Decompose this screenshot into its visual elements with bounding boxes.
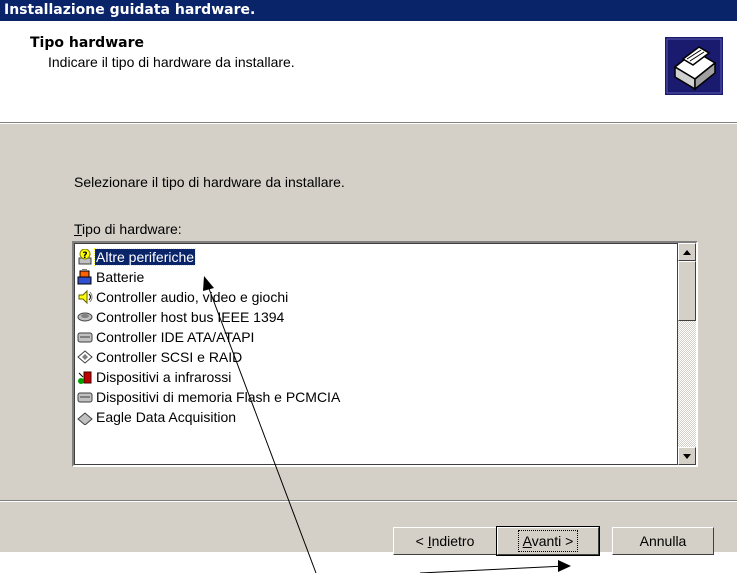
list-item-controller-scsi[interactable]: Controller SCSI e RAID [77, 347, 243, 367]
hardware-type-listbox[interactable]: ? Altre periferiche Batterie Controller … [72, 241, 698, 467]
list-item-label: Altre periferiche [93, 248, 197, 266]
cancel-button[interactable]: Annulla [612, 527, 714, 555]
arrow-down-icon [683, 453, 691, 459]
list-item-label: Dispositivi di memoria Flash e PCMCIA [96, 389, 341, 405]
scroll-down-button[interactable] [678, 447, 696, 465]
list-item-infrarossi[interactable]: Dispositivi a infrarossi [77, 367, 232, 387]
svg-text:?: ? [82, 251, 87, 261]
list-item-batterie[interactable]: Batterie [77, 267, 145, 287]
back-label: ndietro [431, 533, 475, 549]
wizard-header: Tipo hardware Indicare il tipo di hardwa… [0, 21, 737, 122]
arrow-up-icon [683, 249, 691, 255]
question-device-icon: ? [78, 249, 92, 265]
annotation-arrow-line [419, 565, 566, 573]
next-label: vanti > [531, 533, 574, 549]
header-title: Tipo hardware [30, 35, 144, 51]
back-prefix: < [415, 533, 428, 549]
next-focus: Avanti > [517, 530, 579, 552]
list-item-eagle-daq[interactable]: Eagle Data Acquisition [77, 407, 237, 427]
annotation-arrowhead [558, 560, 571, 572]
firewire-icon [77, 312, 93, 322]
header-separator [0, 122, 737, 124]
add-hardware-wizard-dialog: Installazione guidata hardware. Tipo har… [0, 0, 737, 556]
window-title: Installazione guidata hardware. [0, 0, 737, 21]
hardware-type-label: Tipo di hardware: [74, 221, 182, 237]
list-item-label: Eagle Data Acquisition [96, 409, 237, 425]
scsi-icon [77, 350, 93, 364]
list-item-controller-ide[interactable]: Controller IDE ATA/ATAPI [77, 327, 255, 347]
list-item-controller-audio[interactable]: Controller audio, video e giochi [77, 287, 289, 307]
battery-icon [77, 269, 92, 285]
header-subtitle: Indicare il tipo di hardware da installa… [48, 54, 295, 70]
next-button[interactable]: Avanti > [496, 526, 600, 556]
label-mnemonic: T [74, 221, 83, 237]
list-item-label: Controller audio, video e giochi [96, 289, 289, 305]
ide-controller-icon [77, 332, 93, 343]
back-button[interactable]: < Indietro [393, 527, 497, 555]
listbox-scrollbar[interactable] [678, 243, 696, 465]
next-mnemonic: A [522, 533, 532, 549]
hardware-wizard-icon [665, 37, 723, 95]
list-item-memoria-flash[interactable]: Dispositivi di memoria Flash e PCMCIA [77, 387, 341, 407]
listbox-items: ? Altre periferiche Batterie Controller … [74, 243, 678, 465]
list-item-label: Batterie [96, 269, 145, 285]
list-item-altre-periferiche[interactable]: ? Altre periferiche [77, 247, 197, 267]
scroll-up-button[interactable] [678, 243, 696, 261]
list-item-label: Controller SCSI e RAID [96, 349, 243, 365]
speaker-icon [78, 290, 93, 305]
list-item-label: Dispositivi a infrarossi [96, 369, 232, 385]
flash-memory-icon [77, 392, 93, 403]
instruction-text: Selezionare il tipo di hardware da insta… [74, 174, 345, 190]
footer-separator [0, 500, 737, 502]
list-item-label: Controller IDE ATA/ATAPI [96, 329, 255, 345]
label-text: ipo di hardware: [82, 221, 182, 237]
infrared-icon [78, 371, 92, 385]
scroll-thumb[interactable] [678, 261, 696, 321]
daq-icon [77, 412, 93, 426]
list-item-controller-1394[interactable]: Controller host bus IEEE 1394 [77, 307, 285, 327]
list-item-label: Controller host bus IEEE 1394 [96, 309, 285, 325]
